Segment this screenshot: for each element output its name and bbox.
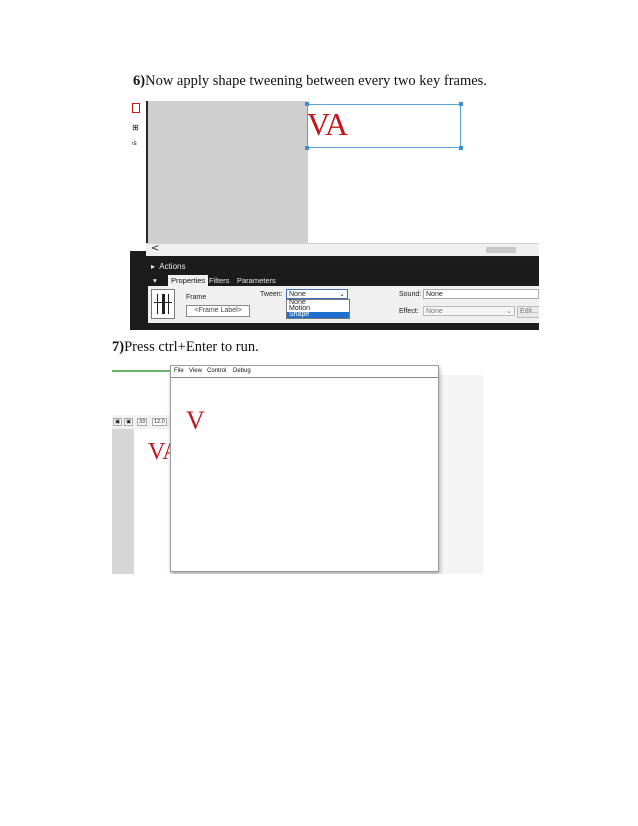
- tab-filters[interactable]: Filters: [206, 275, 232, 286]
- frame-icon: [151, 289, 175, 319]
- stage-toolbar: ▣ ▣ 33 12.0: [112, 415, 172, 429]
- flash-editor-screenshot: ⊞ ıs VA < ▸ Actions ▾ Properties Filters…: [130, 101, 539, 330]
- effect-label: Effect:: [399, 308, 419, 315]
- tween-select[interactable]: None ⌄: [286, 289, 348, 299]
- toolbar-icon-b[interactable]: ▣: [124, 418, 134, 426]
- tool-icon-grid[interactable]: ⊞: [132, 123, 142, 132]
- background-panel: [438, 375, 483, 574]
- scroll-thumb[interactable]: [486, 247, 516, 253]
- effect-select-value: None: [426, 308, 443, 315]
- menu-file[interactable]: File: [174, 366, 184, 377]
- handle-top-right[interactable]: [459, 102, 463, 106]
- collapse-arrow-icon[interactable]: ▾: [150, 275, 160, 286]
- sound-label: Sound:: [399, 291, 422, 298]
- frame-label-input[interactable]: <Frame Label>: [186, 305, 250, 317]
- pasteboard-area: [148, 101, 308, 243]
- step-7-number: 7): [112, 339, 125, 355]
- properties-panel: Frame <Frame Label> Tween: None ⌄ None M…: [148, 286, 539, 323]
- tween-label: Tween:: [260, 291, 283, 298]
- pasteboard-area: [112, 429, 134, 574]
- frame-label: Frame: [186, 294, 207, 301]
- actions-label: Actions: [159, 262, 186, 271]
- stage-text-va[interactable]: VA: [307, 105, 348, 143]
- toolbar-icon-a[interactable]: ▣: [113, 418, 123, 426]
- menu-control[interactable]: Control: [207, 366, 226, 377]
- tween-option-shape[interactable]: Shape: [287, 311, 349, 318]
- effect-select[interactable]: None ⌄: [423, 306, 515, 316]
- tween-select-value: None: [289, 291, 306, 298]
- step-6-text: Now apply shape tweening between every t…: [145, 73, 487, 89]
- scroll-left-arrow-icon[interactable]: <: [151, 243, 159, 254]
- handle-bottom-right[interactable]: [459, 146, 463, 150]
- flash-player-window[interactable]: File View Control Debug V: [170, 365, 439, 572]
- flash-player-screenshot: ▣ ▣ 33 12.0 VA File View Control Debug V: [112, 365, 483, 574]
- player-text-v: V: [186, 406, 205, 435]
- actions-panel-header[interactable]: ▸ Actions: [148, 261, 539, 272]
- tools-panel-strip: ⊞ ıs: [130, 101, 146, 251]
- edit-button[interactable]: Edit...: [517, 306, 539, 318]
- sound-select[interactable]: None: [423, 289, 539, 299]
- tool-icon-red[interactable]: [132, 103, 140, 113]
- menu-debug[interactable]: Debug: [233, 366, 251, 377]
- chevron-down-icon: ⌄: [506, 308, 512, 315]
- zoom-value-1[interactable]: 33: [137, 418, 148, 426]
- zoom-value-2[interactable]: 12.0: [152, 418, 167, 426]
- step-7-caption: 7)Press ctrl+Enter to run.: [112, 339, 259, 356]
- horizontal-scrollbar[interactable]: <: [146, 243, 539, 256]
- expand-arrow-icon: ▸: [151, 262, 156, 271]
- menu-view[interactable]: View: [189, 366, 202, 377]
- player-menubar: File View Control Debug: [171, 366, 438, 378]
- properties-tabbar: ▾ Properties Filters Parameters: [148, 275, 539, 286]
- tab-properties[interactable]: Properties: [168, 275, 209, 286]
- step-7-text: Press ctrl+Enter to run.: [124, 339, 259, 355]
- step-6-number: 6): [133, 73, 146, 89]
- tab-parameters[interactable]: Parameters: [234, 275, 279, 286]
- timeline-area: [112, 375, 172, 415]
- handle-bottom-left[interactable]: [305, 146, 309, 150]
- tween-dropdown-list: None Motion Shape: [286, 299, 350, 319]
- step-6-caption: 6)Now apply shape tweening between every…: [133, 73, 487, 90]
- tool-icon-s[interactable]: ıs: [132, 139, 142, 148]
- timeline-frames-bar: [112, 370, 170, 372]
